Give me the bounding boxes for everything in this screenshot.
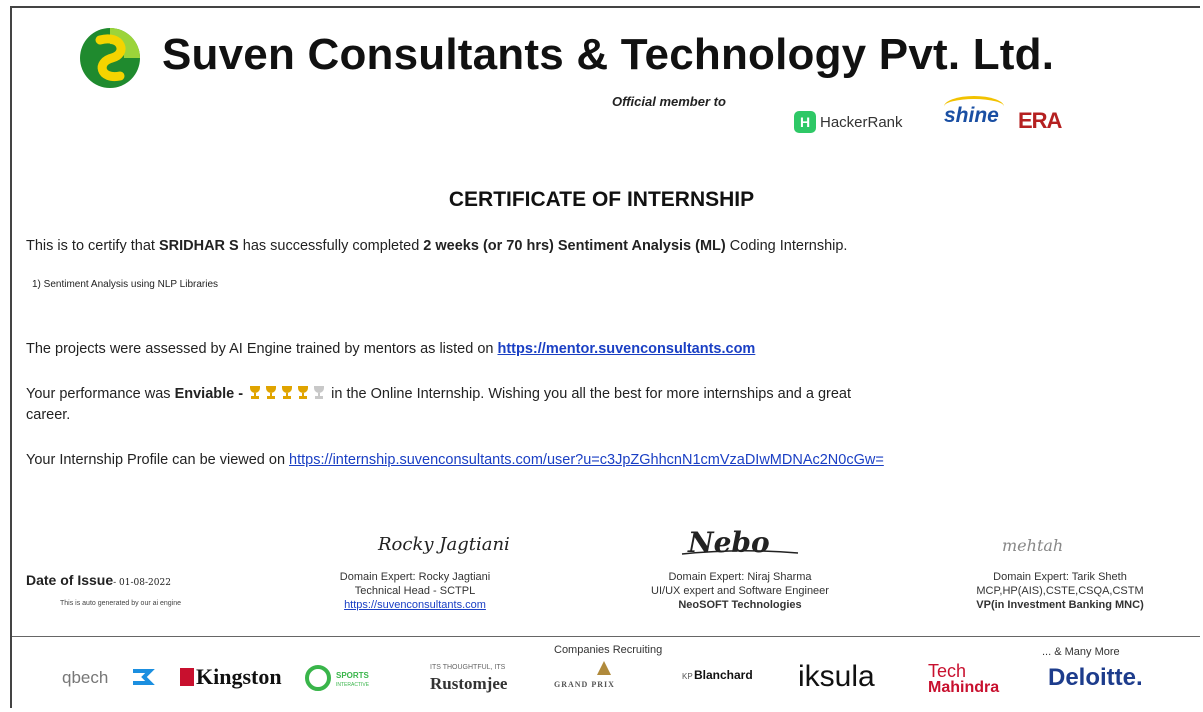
kp-label: KP [682, 672, 693, 681]
kingston-mark-icon [180, 668, 194, 686]
trophy-icon [265, 386, 277, 399]
mahindra-word: Mahindra [928, 679, 1000, 696]
signature-rocky: Rocky Jagtiani [378, 534, 510, 555]
signer-rocky-role: Technical Head - SCTPL [354, 585, 476, 597]
brand-grand-prix: GRAND PRIX [554, 680, 615, 689]
performance-rating: Enviable [174, 386, 235, 402]
footer-divider [12, 636, 1200, 637]
date-of-issue: Date of Issue- 01-08-2022 [26, 572, 171, 588]
trophy-empty-icon [313, 386, 325, 399]
signer-tarik-position: VP(in Investment Banking MNC) [976, 599, 1144, 611]
grand-prix-emblem-icon [597, 661, 611, 675]
era-logo: ERA [1018, 108, 1062, 133]
sports-logo-icon [305, 665, 331, 691]
tech-word: Tech [928, 661, 967, 681]
signer-niraj-role: UI/UX expert and Software Engineer [651, 585, 829, 597]
signer-niraj-title: Domain Expert: Niraj Sharma [668, 571, 812, 583]
brand-kingston: Kingston [196, 664, 282, 689]
trophy-icon [249, 386, 261, 399]
performance-suffix: in the Online Internship. Wishing you al… [327, 386, 852, 402]
hackerrank-label: HackerRank [820, 113, 903, 131]
signature-tarik: mehtah [1002, 536, 1064, 555]
suven-website-link[interactable]: https://suvenconsultants.com [344, 599, 486, 611]
performance-line: Your performance was Enviable - in the O… [26, 386, 851, 402]
company-name: Suven Consultants & Technology Pvt. Ltd. [162, 30, 1055, 79]
signer-tarik: Domain Expert: Tarik Sheth MCP,HP(AIS),C… [940, 570, 1180, 612]
certify-middle: has successfully completed [238, 238, 424, 254]
date-label: Date of Issue [26, 572, 114, 588]
qbech-mark-icon [133, 669, 155, 685]
profile-text: Your Internship Profile can be viewed on [26, 452, 290, 468]
certify-line: This is to certify that SRIDHAR S has su… [26, 238, 847, 254]
profile-link[interactable]: https://internship.suvenconsultants.com/… [289, 452, 884, 468]
signature-niraj-underline-icon [681, 549, 799, 555]
signer-rocky-title: Domain Expert: Rocky Jagtiani [339, 571, 491, 583]
trophy-icon [281, 386, 293, 399]
brand-blanchard: Blanchard [694, 668, 753, 682]
auto-generated-note: This is auto generated by our ai engine [60, 600, 182, 607]
brand-rustomjee: Rustomjee [430, 674, 508, 693]
certificate-title: CERTIFICATE OF INTERNSHIP [448, 188, 755, 211]
sports-sub: INTERACTIVE [336, 682, 370, 688]
signer-tarik-credentials: MCP,HP(AIS),CSTE,CSQA,CSTM [976, 585, 1144, 597]
brand-sports: SPORTS [336, 671, 369, 680]
assessed-text: The projects were assessed by AI Engine … [26, 341, 498, 357]
date-value: - 01-08-2022 [113, 578, 171, 588]
signer-tarik-title: Domain Expert: Tarik Sheth [993, 571, 1127, 583]
hackerrank-icon: H [794, 111, 816, 133]
signer-niraj: Domain Expert: Niraj Sharma UI/UX expert… [610, 570, 870, 612]
internship-duration: 2 weeks (or 70 hrs) Sentiment Analysis (… [423, 238, 726, 254]
companies-recruiting-label: Companies Recruiting [554, 644, 663, 656]
intern-name: SRIDHAR S [158, 238, 239, 254]
trophy-icon [297, 386, 309, 399]
mentor-link[interactable]: https://mentor.suvenconsultants.com [498, 341, 756, 357]
signer-rocky: Domain Expert: Rocky Jagtiani Technical … [300, 570, 530, 612]
hackerrank-logo: H HackerRank [794, 111, 903, 133]
suven-logo-icon [80, 28, 140, 88]
certify-prefix: This is to certify that [26, 238, 159, 254]
official-member-label: Official member to [612, 94, 726, 109]
performance-prefix: Your performance was [26, 386, 175, 402]
project-item: 1) Sentiment Analysis using NLP Librarie… [32, 279, 219, 290]
many-more-label: ... & Many More [1042, 646, 1120, 658]
signer-niraj-company: NeoSOFT Technologies [678, 599, 802, 611]
brand-iksula: iksula [798, 660, 875, 693]
performance-dash: - [234, 386, 248, 402]
assessed-line: The projects were assessed by AI Engine … [26, 341, 755, 357]
rustomjee-tagline: ITS THOUGHTFUL, ITS [430, 664, 506, 671]
certify-suffix: Coding Internship. [725, 238, 848, 254]
shine-logo: shine [944, 104, 999, 127]
performance-line-2: career. [26, 407, 71, 423]
brand-tech-mahindra: Tech Mahindra [928, 662, 999, 696]
profile-line: Your Internship Profile can be viewed on… [26, 452, 884, 468]
brand-deloitte: Deloitte. [1048, 664, 1143, 691]
trophy-rating [247, 386, 327, 402]
brand-qbech: qbech [62, 668, 109, 687]
